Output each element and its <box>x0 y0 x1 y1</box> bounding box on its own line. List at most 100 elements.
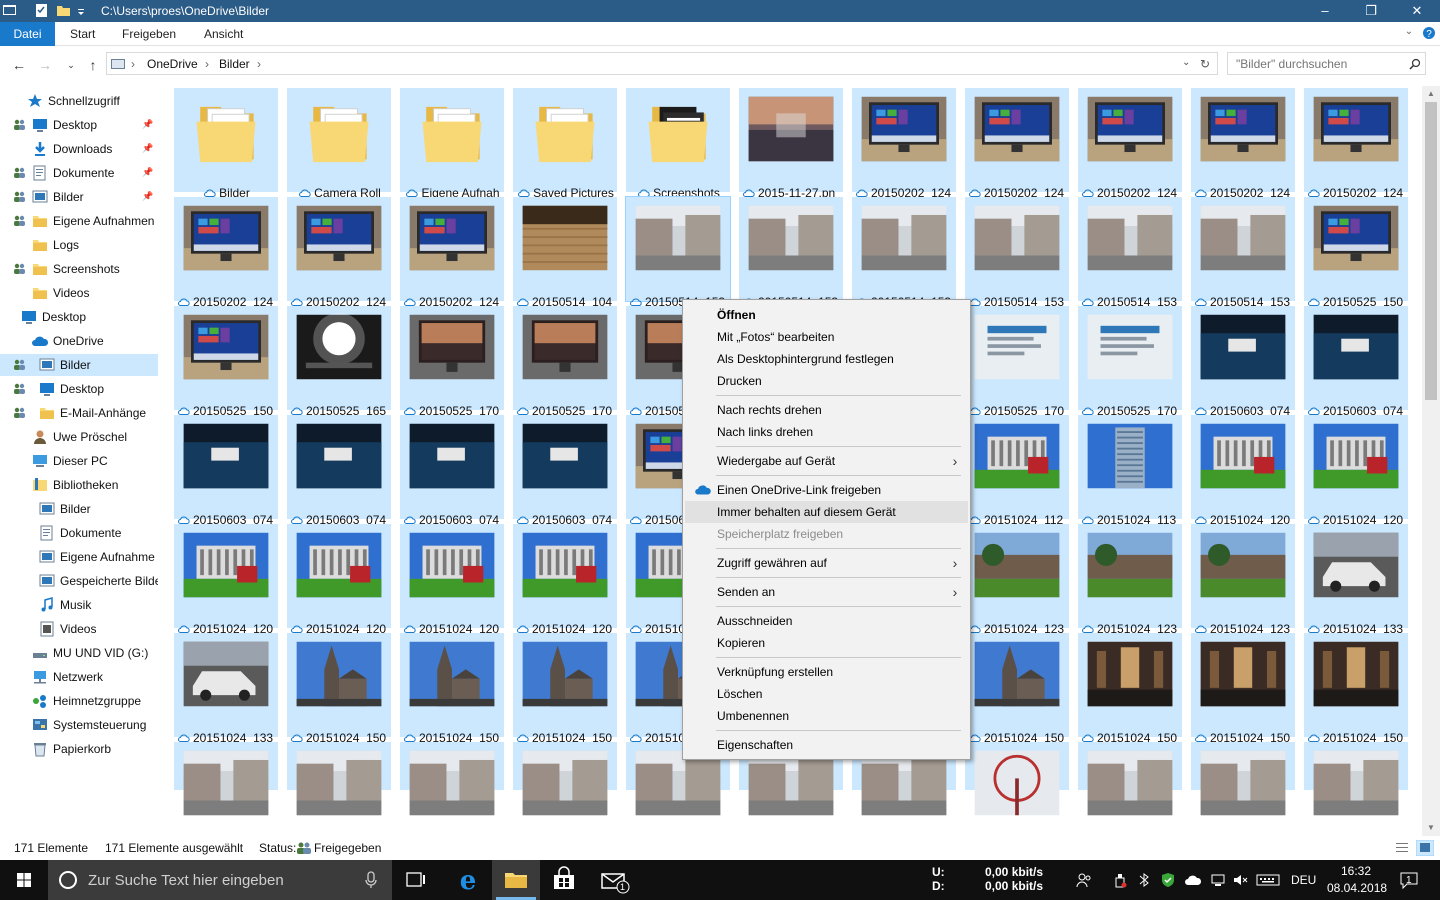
nav-item-logs[interactable]: Logs <box>0 234 158 256</box>
image-tile[interactable]: 20151024_150700.jpg <box>1078 633 1182 760</box>
help-icon[interactable]: ? <box>1422 26 1436 40</box>
crumb-separator-icon[interactable]: › <box>205 57 209 71</box>
menu-item-mit-fotos-bearbeiten[interactable]: Mit „Fotos“ bearbeiten <box>685 326 968 348</box>
nav-item-bilder[interactable]: Bilder 📌 <box>0 186 158 208</box>
image-tile[interactable]: 20150514_153102.jpg <box>625 196 731 324</box>
recent-locations-icon[interactable]: ⌄ <box>62 56 80 74</box>
customize-toolbar-icon[interactable] <box>76 3 86 18</box>
image-tile[interactable] <box>1191 742 1295 816</box>
image-tile[interactable]: 20151024_150248_1 1.jpg <box>287 633 391 760</box>
scroll-up-icon[interactable]: ▲ <box>1422 86 1440 102</box>
image-tile[interactable] <box>400 742 504 816</box>
usb-eject-icon[interactable] <box>1112 872 1128 888</box>
minimize-button[interactable]: – <box>1302 0 1348 22</box>
nav-item-gespeicherte-bilde[interactable]: Gespeicherte Bilde <box>0 570 158 592</box>
folder-tile[interactable]: Bilder <box>174 88 278 200</box>
nav-item-bilder[interactable]: Bilder <box>0 354 158 376</box>
nav-item-videos[interactable]: Videos <box>0 618 158 640</box>
nav-item-screenshots[interactable]: Screenshots <box>0 258 158 280</box>
image-tile[interactable]: 2015-11-27.png <box>739 88 843 215</box>
nav-item-videos[interactable]: Videos <box>0 282 158 304</box>
image-tile[interactable]: 20150525_150859_1 1.jpg <box>1304 197 1408 324</box>
nav-item-dokumente[interactable]: Dokumente 📌 <box>0 162 158 184</box>
image-tile[interactable] <box>287 742 391 816</box>
menu-item-ausschneiden[interactable]: Ausschneiden <box>685 610 968 632</box>
people-icon[interactable] <box>1076 872 1092 888</box>
image-tile[interactable]: 20151024_123806.jpg <box>1078 524 1182 651</box>
image-tile[interactable]: 20151024_150313.jpg <box>965 633 1069 760</box>
close-button[interactable]: ✕ <box>1394 0 1440 22</box>
taskbar-search-input[interactable]: Zur Suche Text hier eingeben <box>88 872 284 889</box>
crumb-onedrive[interactable]: OneDrive <box>147 57 198 71</box>
folder-tile[interactable]: Eigene Aufnahmen <box>400 88 504 215</box>
taskbar-search-box[interactable]: Zur Suche Text hier eingeben <box>48 860 392 900</box>
menu-item-verknüpfung-erstellen[interactable]: Verknüpfung erstellen <box>685 661 968 683</box>
menu-item-als-desktophintergrund-festlegen[interactable]: Als Desktophintergrund festlegen <box>685 348 968 370</box>
image-tile[interactable]: 20150525_150859_1.jpg <box>174 306 278 433</box>
menu-item-wiedergabe-auf-gerät[interactable]: Wiedergabe auf Gerät › <box>685 450 968 472</box>
address-dropdown-icon[interactable]: ⌄ <box>1182 57 1190 68</box>
onedrive-tray-icon[interactable] <box>1184 872 1202 888</box>
menu-item-senden-an[interactable]: Senden an › <box>685 581 968 603</box>
nav-item-desktop[interactable]: Desktop <box>0 306 158 328</box>
task-view-icon[interactable] <box>392 860 440 900</box>
menu-item-nach-links-drehen[interactable]: Nach links drehen <box>685 421 968 443</box>
image-tile[interactable]: 20150514_153527.jpg <box>1078 197 1182 324</box>
clock-date[interactable]: 08.04.2018 <box>1327 881 1387 895</box>
nav-item-e-mail-anhänge[interactable]: E-Mail-Anhänge <box>0 402 158 424</box>
nav-item-desktop[interactable]: Desktop <box>0 378 158 400</box>
tab-file[interactable]: Datei <box>0 22 55 46</box>
image-tile[interactable]: 20150514_104919.jpg <box>513 197 617 324</box>
nav-item-onedrive[interactable]: OneDrive <box>0 330 158 352</box>
up-arrow-icon[interactable]: ↑ <box>84 56 102 74</box>
mail-icon[interactable] <box>590 860 638 900</box>
nav-item-bibliotheken[interactable]: Bibliotheken <box>0 474 158 496</box>
microphone-icon[interactable] <box>364 871 378 889</box>
image-tile[interactable]: 20150603_074153_1.jpg <box>1304 306 1408 433</box>
bluetooth-icon[interactable] <box>1136 872 1152 888</box>
clock-time[interactable]: 16:32 <box>1341 864 1371 878</box>
nav-item-eigene-aufnahme[interactable]: Eigene Aufnahme <box>0 546 158 568</box>
image-tile[interactable]: 20151024_123835.jpg <box>1191 524 1295 651</box>
image-tile[interactable]: 20151024_113449.jpg <box>1078 415 1182 542</box>
back-arrow-icon[interactable]: ← <box>10 56 28 74</box>
pin-icon[interactable]: 📌 <box>142 191 153 201</box>
nav-item-mu-und-vid-g-[interactable]: MU UND VID (G:) <box>0 642 158 664</box>
navigation-pane[interactable]: Schnellzugriff Desktop 📌 Downloads 📌 Dokument… <box>0 86 158 836</box>
window-icon[interactable] <box>2 3 17 18</box>
image-tile[interactable] <box>513 742 617 816</box>
store-icon[interactable] <box>540 860 588 900</box>
image-tile[interactable]: 20151024_150741.jpg <box>1304 633 1408 760</box>
crumb-separator-icon[interactable]: › <box>257 57 261 71</box>
search-box[interactable] <box>1227 52 1426 75</box>
nav-item-systemsteuerung[interactable]: Systemsteuerung <box>0 714 158 736</box>
image-tile[interactable] <box>1078 742 1182 816</box>
nav-item-eigene-aufnahmen[interactable]: Eigene Aufnahmen <box>0 210 158 232</box>
image-tile[interactable]: 20150202_124454_4.jpg <box>400 197 504 324</box>
menu-item-immer-behalten-auf-diesem-gerät[interactable]: Immer behalten auf diesem Gerät <box>685 501 968 523</box>
folder-tile[interactable]: Screenshots <box>626 88 730 200</box>
image-tile[interactable]: 20151024_120136_1 1.jpg <box>1191 415 1295 542</box>
image-tile[interactable]: 20151024_120137_4 1.jpg <box>513 524 617 651</box>
volume-muted-icon[interactable] <box>1232 872 1248 888</box>
image-tile[interactable]: 20151024_123739.jpg <box>965 524 1069 651</box>
network-icon[interactable] <box>1210 872 1226 888</box>
tab-start[interactable]: Start <box>70 22 95 46</box>
details-view-icon[interactable] <box>1394 840 1410 856</box>
crumb-pictures[interactable]: Bilder <box>219 57 250 71</box>
maximize-button[interactable]: ❐ <box>1348 0 1394 22</box>
image-tile[interactable]: 20150525_170330_2.jpg <box>1078 306 1182 433</box>
nav-item-uwe-pröschel[interactable]: Uwe Pröschel <box>0 426 158 448</box>
search-icon[interactable] <box>1409 58 1421 70</box>
address-bar[interactable]: › OneDrive › Bilder › ⌄ ↻ <box>106 52 1218 75</box>
image-tile[interactable]: 20150202_124454_2.jpg <box>1191 88 1295 215</box>
nav-item-musik[interactable]: Musik <box>0 594 158 616</box>
image-tile[interactable]: 20150202_124454_4 1.jpg <box>287 197 391 324</box>
image-tile[interactable]: 20150514_153537.jpg <box>1191 197 1295 324</box>
menu-item-umbenennen[interactable]: Umbenennen <box>685 705 968 727</box>
menu-item-drucken[interactable]: Drucken <box>685 370 968 392</box>
nav-item-desktop[interactable]: Desktop 📌 <box>0 114 158 136</box>
image-tile[interactable]: 20151024_120137_2 1.jpg <box>174 524 278 651</box>
image-tile[interactable]: 20151024_150248_1.jpg <box>400 633 504 760</box>
menu-item-löschen[interactable]: Löschen <box>685 683 968 705</box>
